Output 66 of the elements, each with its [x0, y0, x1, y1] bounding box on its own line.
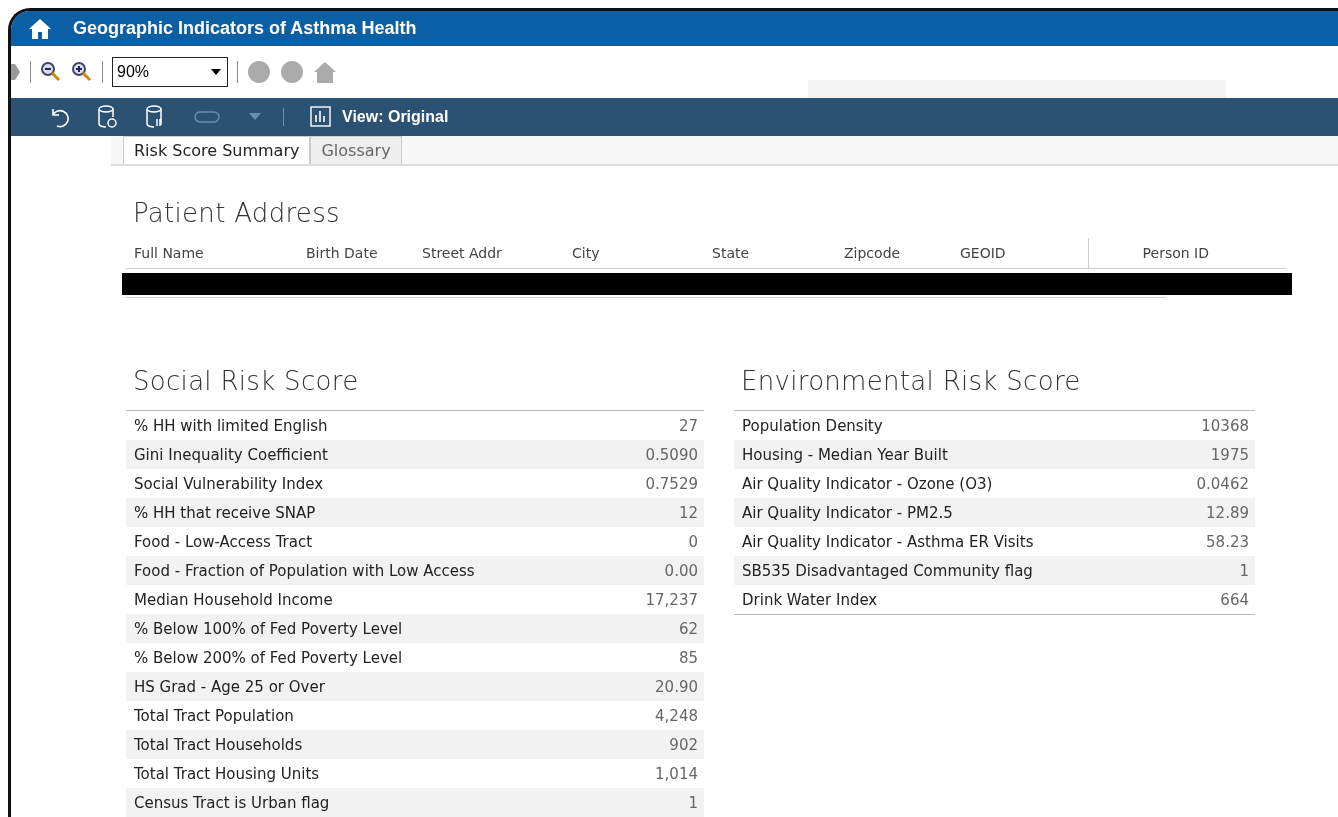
row-value: 20.90	[655, 677, 698, 696]
row-value: 0.0462	[1196, 474, 1249, 493]
column-header: City	[571, 245, 601, 261]
section-title: Environmental Risk Score	[741, 366, 1082, 396]
row-label: % HH that receive SNAP	[134, 503, 316, 522]
section-title: Social Risk Score	[133, 366, 360, 396]
row-label: Gini Inequality Coefficient	[134, 445, 328, 464]
row-label: Median Household Income	[134, 590, 333, 609]
row-label: Food - Fraction of Population with Low Access	[134, 561, 475, 580]
row-value: 664	[1220, 590, 1249, 609]
row-value: 10368	[1201, 416, 1249, 435]
section-title: Patient Address	[133, 198, 341, 228]
chart-icon	[310, 106, 332, 128]
row-label: Food - Low-Access Tract	[134, 532, 313, 551]
row-value: 1,014	[655, 764, 698, 783]
row-value: 58.23	[1206, 532, 1249, 551]
row-value: 12.89	[1206, 503, 1249, 522]
home-icon[interactable]	[27, 17, 53, 40]
zoom-out-icon[interactable]	[40, 61, 62, 83]
row-label: SB535 Disadvantaged Community flag	[742, 561, 1033, 580]
tab[interactable]: Risk Score Summary	[123, 136, 311, 164]
row-value: 85	[678, 648, 698, 667]
row-value: 27	[678, 416, 698, 435]
row-label: Housing - Median Year Built	[742, 445, 948, 464]
row-value: 902	[669, 735, 698, 754]
row-label: % Below 100% of Fed Poverty Level	[134, 619, 403, 638]
caret-icon[interactable]	[211, 69, 221, 75]
row-value: 1975	[1210, 445, 1249, 464]
zoom-in-icon[interactable]	[71, 61, 93, 83]
row-label: % Below 200% of Fed Poverty Level	[134, 648, 403, 667]
column-header: Street Addr	[421, 245, 503, 261]
database-refresh-icon[interactable]	[97, 105, 119, 129]
row-label: Population Density	[742, 416, 883, 435]
row-value: 1	[1239, 561, 1249, 580]
row-label: Total Tract Population	[134, 706, 294, 725]
page-icon[interactable]	[11, 62, 21, 82]
row-label: Air Quality Indicator - PM2.5	[742, 503, 953, 522]
row-label: Social Vulnerability Index	[134, 474, 324, 493]
column-header: Zipcode	[843, 245, 902, 261]
row-label: % HH with limited English	[134, 416, 328, 435]
tab[interactable]: Glossary	[310, 136, 402, 164]
row-value: 1	[688, 793, 698, 812]
column-header: GEOID	[959, 245, 1007, 261]
row-value: 0.00	[664, 561, 698, 580]
zoom-dropdown[interactable]: 90%	[112, 57, 228, 87]
row-label: Total Tract Households	[134, 735, 303, 754]
column-header: Birth Date	[305, 245, 379, 261]
row-value: 4,248	[655, 706, 698, 725]
view-label[interactable]: View: Original	[342, 108, 449, 126]
undo-icon[interactable]	[49, 106, 71, 128]
row-value: 62	[678, 619, 698, 638]
row-value: 12	[678, 503, 698, 522]
row-label: HS Grad - Age 25 or Over	[134, 677, 325, 696]
column-header: Person ID	[1088, 238, 1217, 268]
window-title: Geographic Indicators of Asthma Health	[73, 18, 417, 39]
row-value: 0	[688, 532, 698, 551]
row-value: 0.5090	[645, 445, 698, 464]
row-label: Census Tract is Urban flag	[134, 793, 330, 812]
row-label: Drink Water Index	[742, 590, 878, 609]
row-value: 17,237	[645, 590, 698, 609]
row-label: Air Quality Indicator - Asthma ER Visits	[742, 532, 1034, 551]
row-label: Air Quality Indicator - Ozone (O3)	[742, 474, 993, 493]
column-header: State	[711, 245, 751, 261]
column-header: Full Name	[133, 245, 205, 261]
row-value: 0.7529	[645, 474, 698, 493]
row-label: Total Tract Housing Units	[134, 764, 320, 783]
